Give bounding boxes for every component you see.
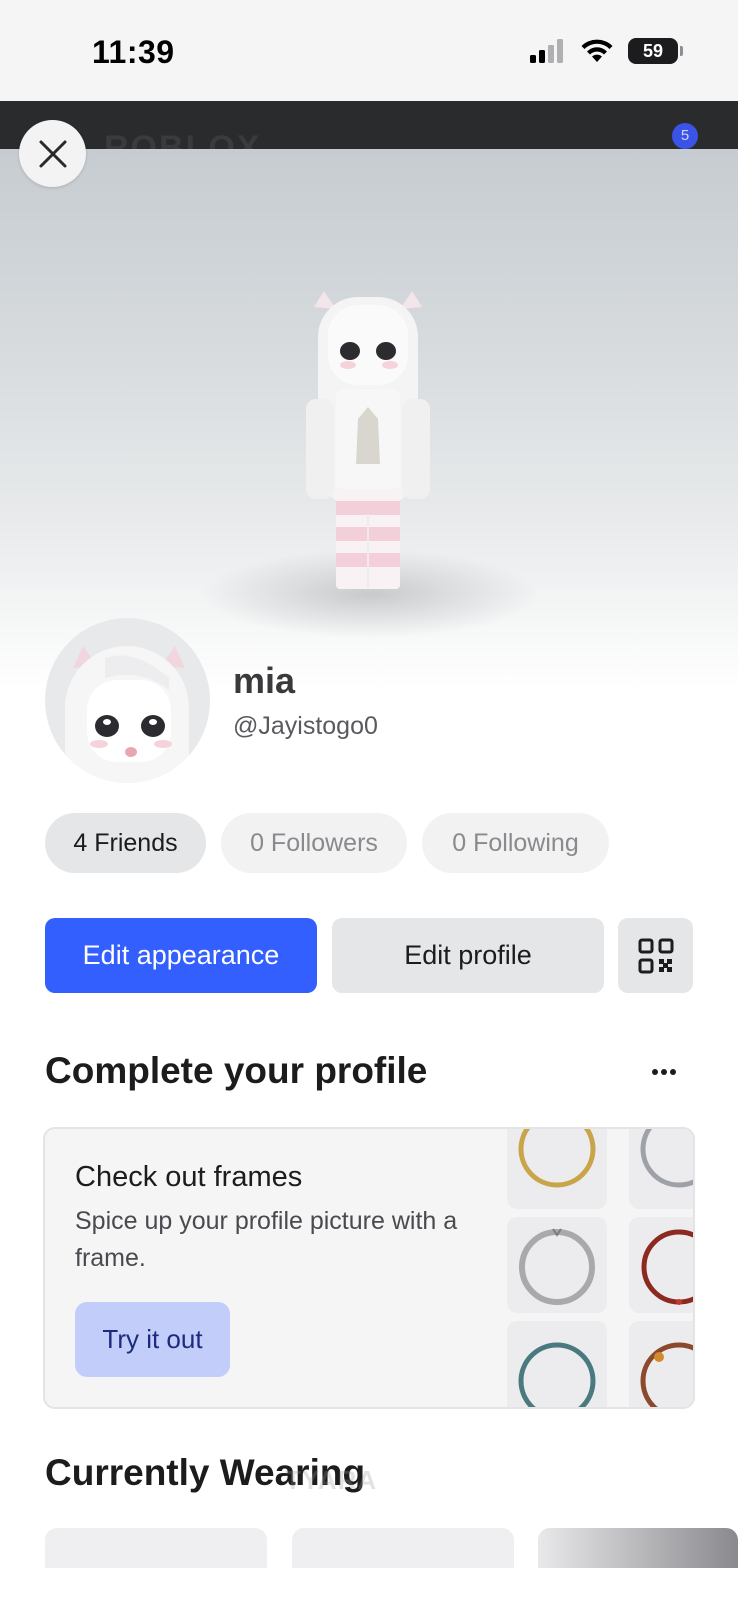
edit-profile-button[interactable]: Edit profile [332, 918, 604, 993]
wearing-item-card[interactable] [292, 1528, 514, 1568]
frame-tile-silver-star[interactable] [507, 1217, 607, 1313]
app-logo: ROBLOX [104, 129, 262, 149]
avatar-figure[interactable] [300, 289, 436, 599]
frame-tile-teal[interactable] [507, 1321, 607, 1407]
battery-level: 59 [642, 40, 664, 61]
frame-tile-gold[interactable] [507, 1129, 607, 1209]
frames-card: Check out frames Spice up your profile p… [43, 1127, 695, 1409]
avatar[interactable] [45, 618, 210, 783]
watermark: TYARA [285, 1465, 378, 1495]
status-icons: 59 [530, 38, 683, 64]
frame-tile-silver[interactable] [629, 1129, 693, 1209]
edit-appearance-button[interactable]: Edit appearance [45, 918, 317, 993]
status-bar: 11:39 59 [0, 0, 738, 101]
following-chip[interactable]: 0 Following [422, 813, 609, 873]
complete-profile-title: Complete your profile [45, 1050, 428, 1091]
more-options-button[interactable] [646, 1054, 682, 1090]
avatar-hero [0, 149, 738, 689]
avatar-headshot [65, 646, 189, 783]
frame-tile-orange-gem[interactable] [629, 1321, 693, 1407]
battery-icon: 59 [628, 38, 683, 64]
notification-badge: 5 [672, 123, 698, 149]
username: @Jayistogo0 [233, 712, 378, 740]
card-title: Check out frames [75, 1161, 303, 1193]
wifi-icon [581, 39, 613, 62]
wearing-item-card[interactable] [538, 1528, 738, 1568]
qr-code-button[interactable] [618, 918, 693, 993]
close-icon [39, 140, 66, 167]
display-name: mia [233, 660, 296, 701]
close-button[interactable] [19, 120, 86, 187]
cellular-signal-icon [530, 39, 563, 63]
frame-tile-red-gem[interactable] [629, 1217, 693, 1313]
status-time: 11:39 [92, 34, 175, 70]
wearing-item-card[interactable] [45, 1528, 267, 1568]
friends-chip[interactable]: 4 Friends [45, 813, 206, 873]
followers-chip[interactable]: 0 Followers [221, 813, 407, 873]
more-horizontal-icon [652, 1069, 676, 1075]
qr-code-icon [638, 938, 673, 973]
card-description: Spice up your profile picture with a fra… [75, 1207, 458, 1272]
try-it-out-button[interactable]: Try it out [75, 1302, 230, 1377]
app-bar: ROBLOX 5 [0, 101, 738, 149]
